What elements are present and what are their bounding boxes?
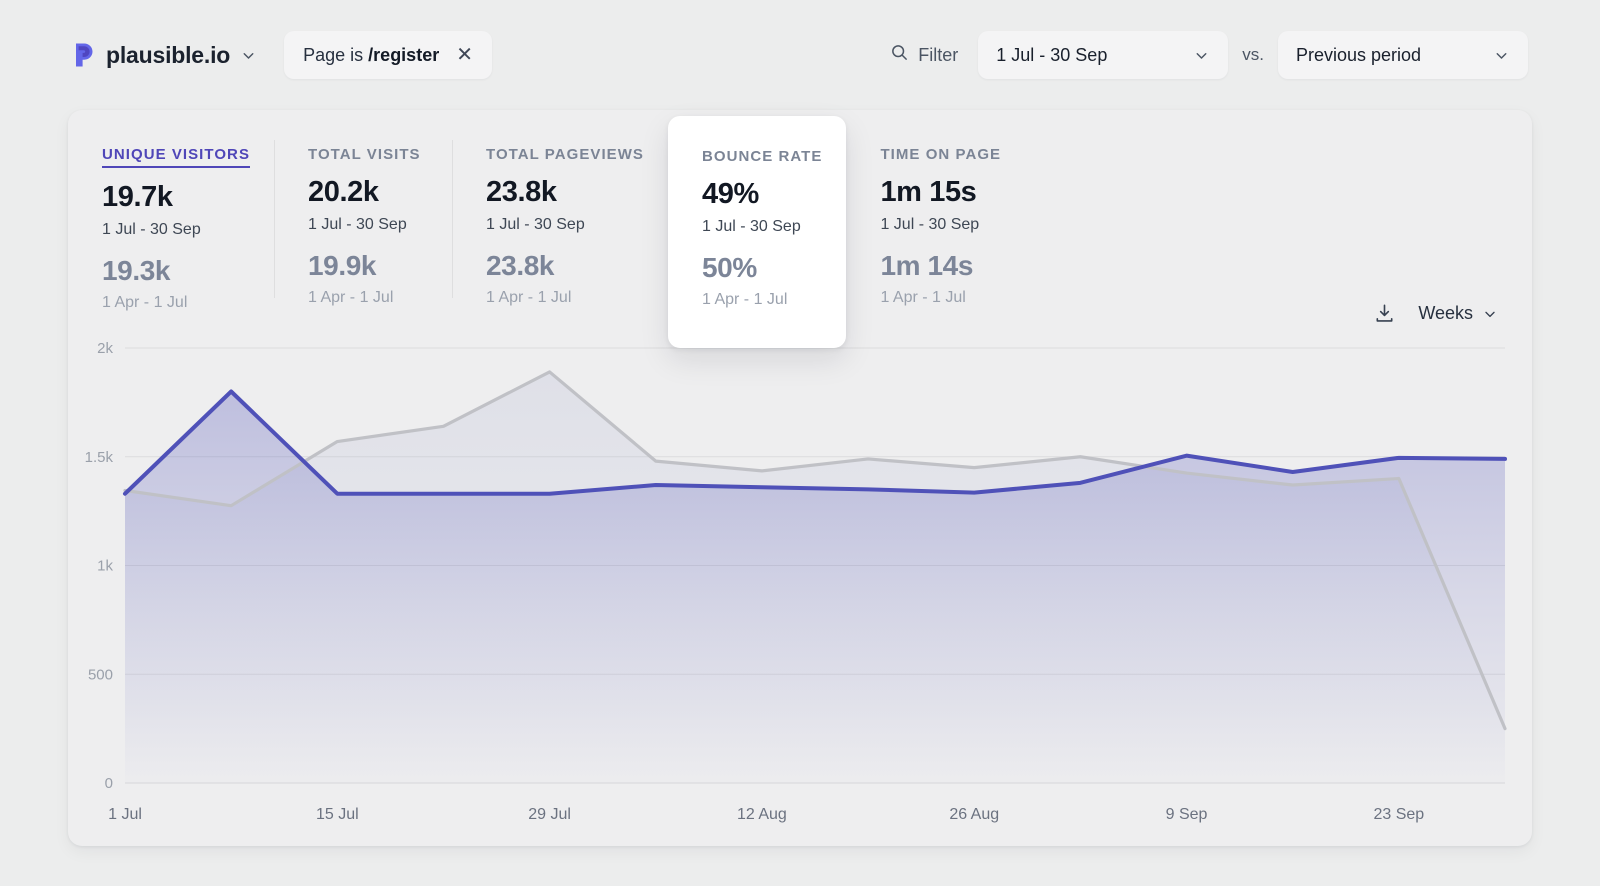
y-axis-tick-label: 500 — [88, 666, 113, 683]
chevron-down-icon — [1193, 47, 1210, 64]
top-bar-controls: Filter 1 Jul - 30 Sep vs. Previous perio… — [890, 31, 1528, 79]
metric-card[interactable]: UNIQUE VISITORS19.7k1 Jul - 30 Sep19.3k1… — [68, 138, 274, 298]
metric-value: 19.7k — [102, 181, 250, 214]
y-axis-tick-label: 0 — [105, 775, 113, 792]
metric-previous-period: 1 Apr - 1 Jul — [102, 294, 250, 312]
chart-toolbar: Weeks — [1373, 302, 1498, 325]
metric-previous-period: 1 Apr - 1 Jul — [308, 289, 428, 307]
x-axis-tick-label: 29 Jul — [528, 806, 571, 823]
metric-card[interactable]: TOTAL PAGEVIEWS23.8k1 Jul - 30 Sep23.8k1… — [452, 138, 668, 298]
dashboard-page: plausible.io Page is /register ✕ Filter — [0, 0, 1600, 886]
filter-pill-value: /register — [368, 45, 439, 65]
y-axis-tick-label: 1k — [97, 558, 113, 575]
metric-card[interactable]: TOTAL VISITS20.2k1 Jul - 30 Sep19.9k1 Ap… — [274, 138, 452, 298]
metric-period: 1 Jul - 30 Sep — [486, 216, 644, 234]
interval-label: Weeks — [1418, 303, 1473, 324]
date-range-select[interactable]: 1 Jul - 30 Sep — [978, 31, 1228, 79]
date-range-value: 1 Jul - 30 Sep — [996, 45, 1107, 66]
metric-label: UNIQUE VISITORS — [102, 146, 250, 168]
x-axis-tick-label: 9 Sep — [1166, 806, 1208, 823]
download-icon[interactable] — [1373, 302, 1396, 325]
search-icon — [890, 43, 909, 67]
metric-label: BOUNCE RATE — [702, 148, 822, 165]
interval-select[interactable]: Weeks — [1418, 303, 1498, 324]
site-name: plausible.io — [106, 42, 230, 69]
metric-card[interactable]: TIME ON PAGE1m 15s1 Jul - 30 Sep1m 14s1 … — [846, 138, 1025, 298]
filter-pill-prefix: Page is — [303, 45, 368, 65]
chevron-down-icon[interactable] — [240, 47, 257, 64]
comparison-vs-label: vs. — [1228, 45, 1278, 65]
metric-card[interactable]: BOUNCE RATE 49% 1 Jul - 30 Sep 50% 1 Apr - 1… — [668, 116, 846, 348]
active-filter-pill[interactable]: Page is /register ✕ — [284, 31, 492, 79]
metric-value: 1m 15s — [880, 176, 1001, 209]
metric-period: 1 Jul - 30 Sep — [880, 216, 1001, 234]
metric-label: TOTAL PAGEVIEWS — [486, 146, 644, 163]
metric-value: 49% — [702, 178, 822, 211]
x-axis-tick-label: 23 Sep — [1373, 806, 1424, 823]
metric-previous-period: 1 Apr - 1 Jul — [880, 289, 1001, 307]
y-axis-tick-label: 2k — [97, 340, 113, 357]
filter-button-label: Filter — [918, 45, 958, 66]
metric-previous-value: 19.9k — [308, 250, 428, 282]
metric-previous-value: 50% — [702, 252, 822, 284]
x-axis-tick-label: 15 Jul — [316, 806, 359, 823]
close-icon[interactable]: ✕ — [456, 45, 473, 65]
x-axis-tick-label: 1 Jul — [108, 806, 142, 823]
top-bar: plausible.io Page is /register ✕ Filter — [0, 0, 1600, 110]
metric-label: TOTAL VISITS — [308, 146, 428, 163]
comparison-select[interactable]: Previous period — [1278, 31, 1528, 79]
metric-previous-period: 1 Apr - 1 Jul — [486, 289, 644, 307]
chart-canvas: 0 500 1k 1.5k 2k 1 Jul 15 Jul 29 Jul 12 Aug 26 Au… — [68, 334, 1532, 846]
analytics-card: UNIQUE VISITORS 19.7k 1 Jul - 30 Sep 19.3k 1… — [68, 110, 1532, 846]
metric-previous-value: 23.8k — [486, 250, 644, 282]
metric-label: TIME ON PAGE — [880, 146, 1001, 163]
y-axis-tick-label: 1.5k — [85, 449, 114, 466]
x-axis-tick-label: 12 Aug — [737, 806, 787, 823]
metric-period: 1 Jul - 30 Sep — [702, 218, 822, 236]
metric-value: 23.8k — [486, 176, 644, 209]
chevron-down-icon — [1482, 306, 1498, 322]
x-axis-tick-label: 26 Aug — [949, 806, 999, 823]
metric-period: 1 Jul - 30 Sep — [308, 216, 428, 234]
metric-value: 20.2k — [308, 176, 428, 209]
comparison-value: Previous period — [1296, 45, 1421, 66]
chevron-down-icon — [1493, 47, 1510, 64]
site-switcher[interactable]: plausible.io — [72, 42, 257, 69]
metric-period: 1 Jul - 30 Sep — [102, 221, 250, 239]
metric-previous-value: 1m 14s — [880, 250, 1001, 282]
metrics-row: UNIQUE VISITORS 19.7k 1 Jul - 30 Sep 19.3k 1… — [68, 110, 1532, 298]
filter-button[interactable]: Filter — [890, 43, 978, 67]
filter-pill-text: Page is /register — [303, 45, 439, 66]
visitors-chart[interactable]: 0 500 1k 1.5k 2k 1 Jul 15 Jul 29 Jul 12 Aug 26 Au… — [68, 334, 1532, 846]
plausible-logo-icon — [72, 42, 96, 69]
metric-previous-period: 1 Apr - 1 Jul — [702, 291, 822, 309]
metric-previous-value: 19.3k — [102, 255, 250, 287]
